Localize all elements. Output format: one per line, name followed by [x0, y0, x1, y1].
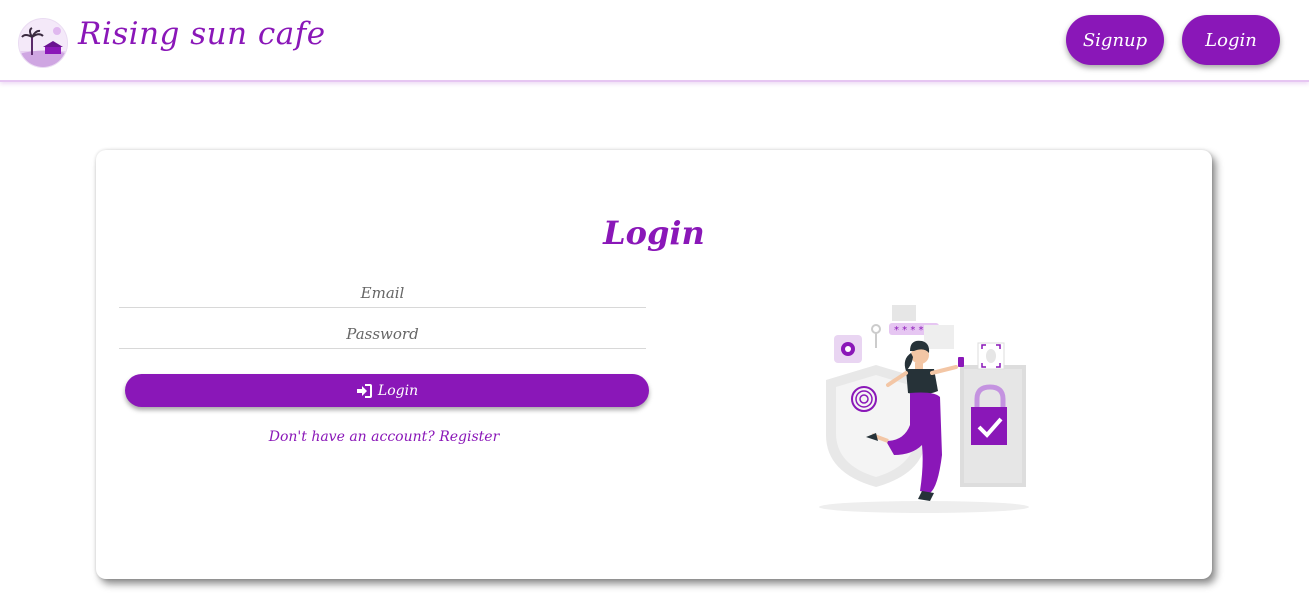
- security-login-illustration: * * * *: [819, 305, 1029, 513]
- login-submit-label: Login: [377, 382, 419, 399]
- password-field[interactable]: [119, 319, 646, 349]
- palm-beach-logo-icon: [19, 19, 67, 67]
- email-field[interactable]: [119, 278, 646, 308]
- svg-text:* * * *: * * * *: [894, 325, 924, 336]
- sign-in-icon: [356, 383, 372, 398]
- top-navbar: Rising sun cafe Signup Login: [0, 0, 1309, 82]
- brand-name[interactable]: Rising sun cafe: [78, 16, 326, 52]
- login-submit-button[interactable]: Login: [125, 374, 649, 407]
- register-link-label[interactable]: Register: [439, 429, 499, 445]
- login-nav-button[interactable]: Login: [1182, 15, 1280, 65]
- register-link[interactable]: Don't have an account? Register: [119, 429, 649, 445]
- signup-button[interactable]: Signup: [1066, 15, 1164, 65]
- login-card: Login Login Don't have an account? Regis…: [96, 150, 1212, 579]
- brand-logo[interactable]: [18, 18, 68, 68]
- login-title: Login: [603, 214, 705, 252]
- register-prompt: Don't have an account?: [268, 429, 435, 445]
